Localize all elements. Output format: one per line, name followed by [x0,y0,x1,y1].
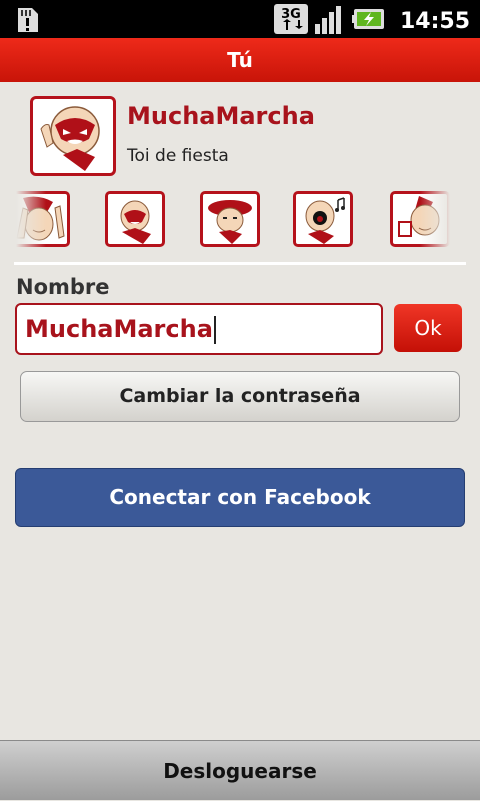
network-label: 3G [281,7,301,22]
text-cursor [213,316,216,344]
status-bar: 3G 14:55 [0,0,480,38]
avatar-beret-icon[interactable] [200,191,260,247]
3g-data-icon: 3G [273,4,308,38]
strip-fade-right [420,188,450,258]
divider [14,262,466,265]
avatar-angry-bandana-icon[interactable] [105,191,165,247]
ok-button[interactable]: Ok [394,304,462,352]
sd-card-alert-icon [12,4,42,38]
name-label: Nombre [16,275,110,299]
profile-name: MuchaMarcha [127,102,315,130]
change-password-button[interactable]: Cambiar la contraseña [20,371,460,422]
name-input[interactable]: MuchaMarcha [15,303,383,355]
battery-charging-icon [351,6,388,36]
profile-panel: MuchaMarcha Toi de fiesta [0,82,480,267]
signal-bars-icon [314,4,346,38]
connect-facebook-button[interactable]: Conectar con Facebook [15,468,465,527]
screen-title: Tú [0,38,480,82]
avatar-singing-icon[interactable] [293,191,353,247]
logout-button[interactable]: Desloguearse [0,740,480,800]
clock: 14:55 [399,8,470,34]
profile-status: Toi de fiesta [127,146,229,166]
avatar[interactable] [30,96,116,176]
strip-fade-left [16,188,46,258]
name-input-value: MuchaMarcha [25,315,213,343]
avatar-selector[interactable] [16,188,450,258]
